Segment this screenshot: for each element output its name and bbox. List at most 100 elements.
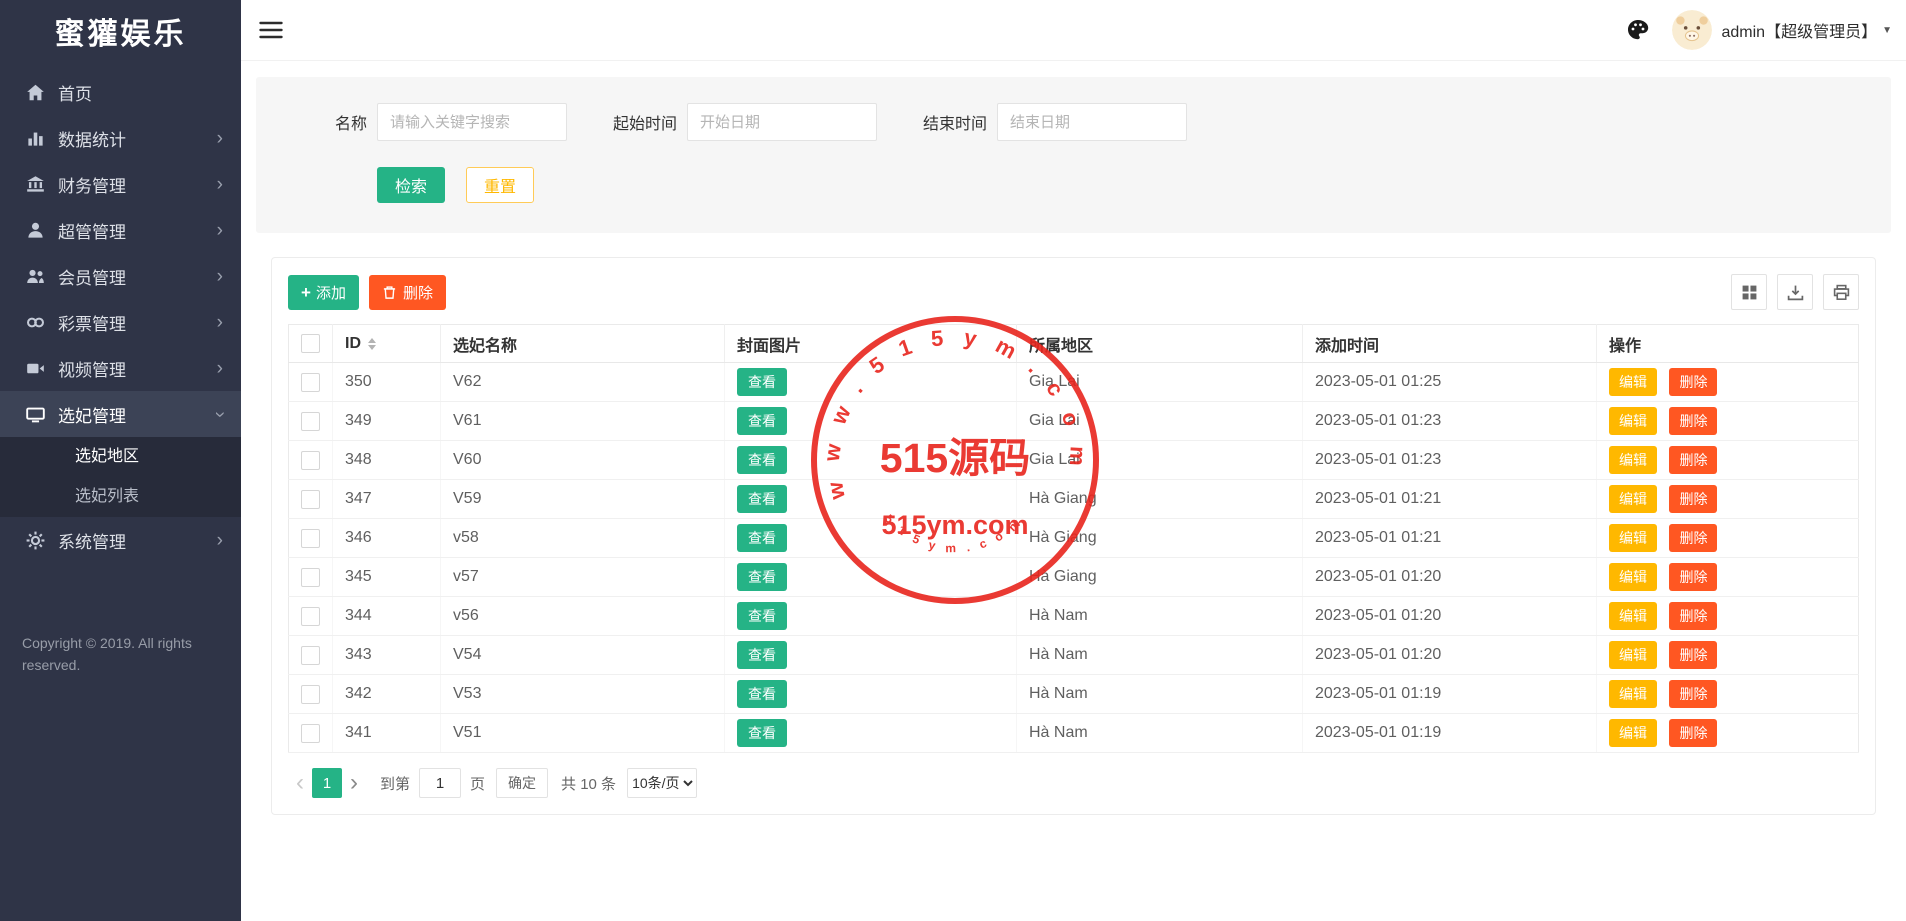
- topbar-right: admin【超级管理员】 ▼: [1626, 10, 1893, 50]
- delete-button[interactable]: 删除: [1669, 368, 1717, 396]
- row-checkbox[interactable]: [301, 607, 320, 626]
- view-button[interactable]: 查看: [737, 524, 787, 552]
- edit-button[interactable]: 编辑: [1609, 563, 1657, 591]
- sort-icon[interactable]: [368, 338, 376, 350]
- row-checkbox[interactable]: [301, 529, 320, 548]
- view-button[interactable]: 查看: [737, 641, 787, 669]
- view-button[interactable]: 查看: [737, 602, 787, 630]
- edit-button[interactable]: 编辑: [1609, 719, 1657, 747]
- row-checkbox[interactable]: [301, 373, 320, 392]
- reset-button[interactable]: 重置: [466, 167, 534, 203]
- confirm-page-button[interactable]: 确定: [496, 768, 548, 798]
- row-checkbox[interactable]: [301, 451, 320, 470]
- view-button[interactable]: 查看: [737, 446, 787, 474]
- delete-button[interactable]: 删除: [1669, 524, 1717, 552]
- select-all-checkbox[interactable]: [301, 334, 320, 353]
- sidebar-item-video[interactable]: 视频管理 ›: [0, 345, 241, 391]
- sidebar-item-label: 视频管理: [58, 356, 126, 381]
- batch-delete-button[interactable]: 删除: [369, 275, 446, 310]
- row-checkbox[interactable]: [301, 724, 320, 743]
- delete-button[interactable]: 删除: [1669, 641, 1717, 669]
- column-filter-button[interactable]: [1731, 274, 1767, 310]
- next-page-button[interactable]: ›: [342, 771, 366, 795]
- add-button[interactable]: + 添加: [288, 275, 359, 310]
- sidebar-item-lottery[interactable]: 彩票管理 ›: [0, 299, 241, 345]
- edit-button[interactable]: 编辑: [1609, 368, 1657, 396]
- chevron-down-icon: ›: [210, 411, 229, 417]
- pagination: ‹ 1 › 到第 页 确定 共 10 条 10条/页: [288, 768, 1859, 798]
- page-unit-label: 页: [470, 773, 485, 794]
- keyword-input[interactable]: [377, 103, 567, 141]
- search-button[interactable]: 检索: [377, 167, 445, 203]
- table-row: 350 V62 查看 Gia Lai 2023-05-01 01:25 编辑 删…: [289, 363, 1859, 402]
- row-checkbox[interactable]: [301, 646, 320, 665]
- row-time: 2023-05-01 01:20: [1303, 597, 1597, 636]
- current-page-button[interactable]: 1: [312, 768, 342, 798]
- sidebar-subitem-xuanfei-region[interactable]: 选妃地区: [0, 437, 241, 477]
- delete-button[interactable]: 删除: [1669, 563, 1717, 591]
- view-button[interactable]: 查看: [737, 719, 787, 747]
- row-checkbox[interactable]: [301, 685, 320, 704]
- sidebar-item-xuanfei[interactable]: 选妃管理 ›: [0, 391, 241, 437]
- sidebar-item-statistics[interactable]: 数据统计 ›: [0, 115, 241, 161]
- row-id: 346: [333, 519, 441, 558]
- view-button[interactable]: 查看: [737, 563, 787, 591]
- edit-button[interactable]: 编辑: [1609, 446, 1657, 474]
- edit-button[interactable]: 编辑: [1609, 680, 1657, 708]
- chevron-right-icon: ›: [217, 359, 223, 378]
- sidebar-item-finance[interactable]: 财务管理 ›: [0, 161, 241, 207]
- user-menu[interactable]: admin【超级管理员】 ▼: [1722, 18, 1893, 42]
- prev-page-button[interactable]: ‹: [288, 771, 312, 795]
- delete-button[interactable]: 删除: [1669, 485, 1717, 513]
- delete-button[interactable]: 删除: [1669, 602, 1717, 630]
- theme-palette-icon[interactable]: [1626, 18, 1650, 42]
- edit-button[interactable]: 编辑: [1609, 407, 1657, 435]
- delete-button[interactable]: 删除: [1669, 680, 1717, 708]
- trash-icon: [382, 285, 397, 300]
- row-cover: 查看: [725, 441, 1017, 480]
- row-checkbox[interactable]: [301, 568, 320, 587]
- table-row: 349 V61 查看 Gia Lai 2023-05-01 01:23 编辑 删…: [289, 402, 1859, 441]
- row-id: 344: [333, 597, 441, 636]
- row-id: 341: [333, 714, 441, 753]
- row-checkbox[interactable]: [301, 412, 320, 431]
- row-cover: 查看: [725, 558, 1017, 597]
- start-date-input[interactable]: [687, 103, 877, 141]
- sidebar-subitem-xuanfei-list[interactable]: 选妃列表: [0, 477, 241, 517]
- avatar[interactable]: [1672, 10, 1712, 50]
- monitor-icon: [26, 405, 45, 424]
- view-button[interactable]: 查看: [737, 368, 787, 396]
- delete-button[interactable]: 删除: [1669, 446, 1717, 474]
- row-checkbox[interactable]: [301, 490, 320, 509]
- sidebar-item-system[interactable]: 系统管理 ›: [0, 517, 241, 563]
- goto-page-input[interactable]: [419, 768, 461, 798]
- edit-button[interactable]: 编辑: [1609, 524, 1657, 552]
- end-date-input[interactable]: [997, 103, 1187, 141]
- sidebar-item-home[interactable]: 首页: [0, 69, 241, 115]
- sidebar-item-members[interactable]: 会员管理 ›: [0, 253, 241, 299]
- row-checkbox-cell: [289, 675, 333, 714]
- goto-label: 到第: [380, 773, 410, 794]
- edit-button[interactable]: 编辑: [1609, 485, 1657, 513]
- bank-icon: [26, 175, 45, 194]
- print-button[interactable]: [1823, 274, 1859, 310]
- data-table: ID 选妃名称 封面图片 所属地区 添加时间 操作 350: [288, 324, 1859, 753]
- delete-button[interactable]: 删除: [1669, 407, 1717, 435]
- sidebar-item-superadmin[interactable]: 超管管理 ›: [0, 207, 241, 253]
- row-cover: 查看: [725, 519, 1017, 558]
- page-size-select[interactable]: 10条/页: [627, 768, 697, 798]
- row-time: 2023-05-01 01:19: [1303, 675, 1597, 714]
- edit-button[interactable]: 编辑: [1609, 641, 1657, 669]
- plus-icon: +: [301, 284, 311, 301]
- edit-button[interactable]: 编辑: [1609, 602, 1657, 630]
- row-region: Hà Nam: [1017, 714, 1303, 753]
- export-button[interactable]: [1777, 274, 1813, 310]
- sidebar-item-label: 数据统计: [58, 126, 126, 151]
- view-button[interactable]: 查看: [737, 407, 787, 435]
- menu-toggle-button[interactable]: [259, 21, 283, 39]
- delete-button[interactable]: 删除: [1669, 719, 1717, 747]
- view-button[interactable]: 查看: [737, 680, 787, 708]
- row-cover: 查看: [725, 363, 1017, 402]
- row-checkbox-cell: [289, 714, 333, 753]
- view-button[interactable]: 查看: [737, 485, 787, 513]
